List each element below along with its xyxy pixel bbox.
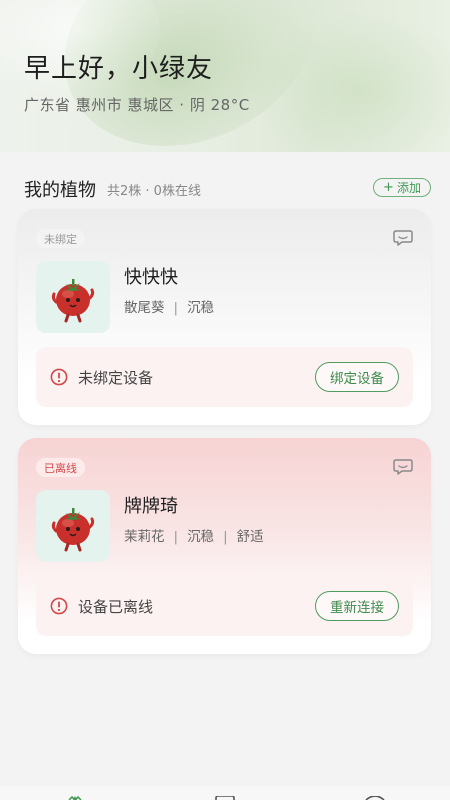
plant-mood: 沉稳 [187,529,215,545]
tomato-mascot-icon [51,279,95,323]
reconnect-button[interactable]: 重新连接 [315,591,399,621]
plus-icon: + [383,180,394,195]
alert-circle-icon [50,597,68,615]
plant-mood: 舒适 [236,529,264,545]
device-alert: 设备已离线 重新连接 [36,576,413,636]
add-label: 添加 [396,181,421,195]
header-banner: 早上好，小绿友 广东省 惠州市 惠城区 · 阴 28°C [0,0,450,152]
plant-tags: 茉莉花 | 沉稳 | 舒适 [124,529,264,545]
bind-device-button[interactable]: 绑定设备 [315,362,399,392]
tab-plants-icon[interactable] [64,796,86,800]
plant-card[interactable]: 未绑定 快快快 散尾葵 | 沉稳 未绑定设备 绑定设备 [18,209,431,425]
plant-name: 快快快 [124,267,178,288]
plant-tags: 散尾葵 | 沉稳 [124,300,215,316]
tomato-mascot-icon [51,508,95,552]
status-badge: 未绑定 [36,229,85,248]
alert-circle-icon [50,368,68,386]
plant-avatar [36,490,110,562]
location-weather: 广东省 惠州市 惠城区 · 阴 28°C [24,96,250,114]
message-icon[interactable] [393,458,413,476]
plant-species: 茉莉花 [124,529,165,545]
message-icon[interactable] [393,229,413,247]
tab-profile-icon[interactable] [364,796,386,800]
alert-text: 设备已离线 [78,598,154,616]
add-plant-button[interactable]: + 添加 [373,178,431,197]
device-alert: 未绑定设备 绑定设备 [36,347,413,407]
alert-text: 未绑定设备 [78,369,154,387]
plant-count: 共2株 · 0株在线 [107,184,201,199]
plant-avatar [36,261,110,333]
tab-device-icon[interactable] [214,796,236,800]
plant-species: 散尾葵 [124,300,165,316]
section-title: 我的植物 [24,180,96,201]
status-badge: 已离线 [36,458,85,477]
greeting-text: 早上好，小绿友 [24,54,214,84]
plant-name: 牌牌琦 [124,496,178,517]
plant-card[interactable]: 已离线 牌牌琦 茉莉花 | 沉稳 | 舒适 设备已离线 重新连接 [18,438,431,654]
plant-mood: 沉稳 [187,300,215,316]
